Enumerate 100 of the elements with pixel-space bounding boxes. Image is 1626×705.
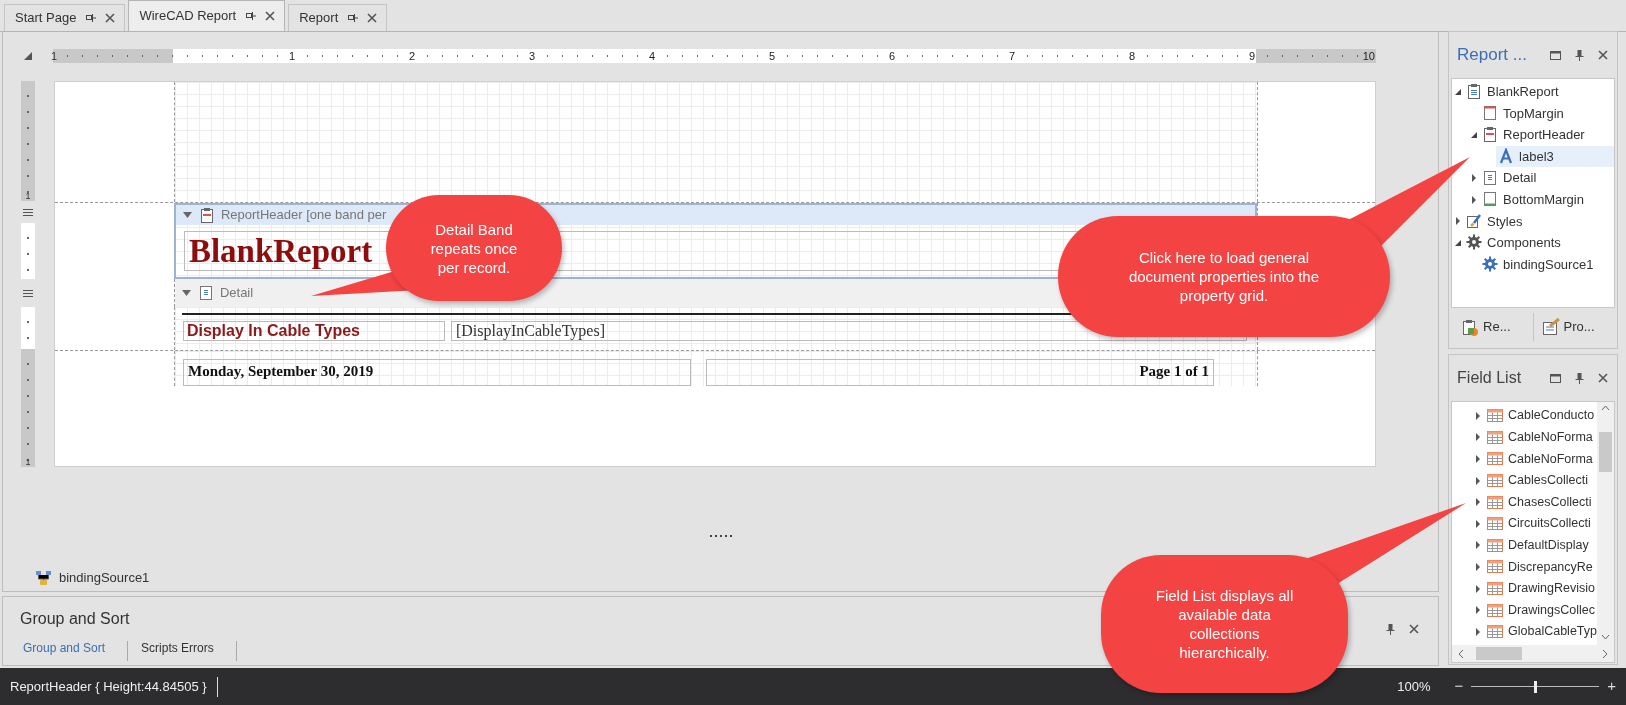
tree-item[interactable]: BlankReport: [1464, 81, 1614, 103]
collapse-icon[interactable]: [181, 210, 193, 220]
panel-title: Group and Sort: [20, 609, 130, 629]
scroll-right-icon[interactable]: [1600, 647, 1610, 660]
collapsed-icon[interactable]: [1474, 476, 1483, 485]
collapsed-icon[interactable]: [1454, 217, 1463, 226]
collapsed-icon[interactable]: [1474, 627, 1483, 636]
component-label[interactable]: bindingSource1: [59, 568, 150, 588]
panel-button[interactable]: Re...: [1453, 313, 1534, 341]
band-icon: [1482, 126, 1499, 144]
field-label[interactable]: Display In Cable Types: [182, 321, 445, 341]
list-item[interactable]: CircuitsCollecti: [1486, 514, 1591, 534]
band-handle-icon[interactable]: [22, 287, 34, 299]
list-item[interactable]: DiscrepancyRe: [1486, 557, 1593, 577]
ruler-label: 8: [1127, 49, 1136, 63]
tree-item[interactable]: BottomMargin: [1480, 188, 1614, 211]
panel-tab[interactable]: Scripts Errors: [138, 641, 237, 661]
document-tab[interactable]: WireCAD Report: [128, 0, 286, 31]
tree-item[interactable]: TopMargin: [1480, 102, 1614, 125]
zoom-slider[interactable]: [1471, 679, 1600, 694]
list-item[interactable]: CableNoForma: [1486, 428, 1593, 447]
document-tab[interactable]: Report: [288, 4, 388, 31]
panel-button[interactable]: Pro...: [1533, 313, 1613, 341]
pin-icon[interactable]: [1385, 623, 1397, 635]
collapsed-icon[interactable]: [1474, 562, 1483, 571]
table-icon: [1486, 536, 1505, 554]
band-handle-icon[interactable]: [22, 206, 34, 218]
table-icon: [1486, 558, 1505, 576]
grip-icon[interactable]: [709, 534, 733, 538]
expanded-icon[interactable]: [1470, 131, 1479, 139]
collapsed-icon[interactable]: [1474, 498, 1483, 507]
list-item[interactable]: CableNoForma: [1486, 449, 1593, 469]
styles-icon: [1466, 212, 1483, 230]
pin-icon[interactable]: [244, 10, 257, 22]
tree-item[interactable]: Components: [1464, 232, 1614, 254]
close-icon[interactable]: [104, 12, 117, 24]
close-icon[interactable]: [1408, 623, 1421, 635]
pin-icon[interactable]: [84, 12, 97, 24]
form-icon: [1541, 318, 1560, 336]
page-number-label[interactable]: Page 1 of 1: [706, 359, 1214, 386]
date-label[interactable]: Monday, September 30, 2019: [183, 359, 691, 386]
table-icon: [1486, 472, 1505, 490]
table-icon: [1486, 601, 1505, 619]
list-item[interactable]: DrawingsCollec: [1486, 600, 1595, 620]
ruler-label: 10: [1361, 49, 1376, 63]
clipboard-icon: [1461, 318, 1480, 336]
collapse-icon[interactable]: [180, 288, 192, 298]
slider-thumb[interactable]: [1534, 680, 1538, 693]
close-icon[interactable]: [1597, 372, 1609, 384]
pin-icon[interactable]: [346, 12, 359, 24]
pin-icon[interactable]: [1574, 372, 1585, 384]
maximize-icon[interactable]: [1549, 372, 1562, 384]
collapsed-icon[interactable]: [1470, 195, 1479, 204]
vertical-scrollbar[interactable]: [1597, 402, 1614, 645]
list-item[interactable]: DrawingRevisio: [1486, 579, 1595, 598]
ruler-label: 9: [1247, 49, 1256, 63]
band-icon: [1482, 104, 1499, 122]
collapsed-icon[interactable]: [1474, 584, 1483, 593]
list-item[interactable]: CableConducto: [1486, 406, 1595, 426]
close-icon[interactable]: [1597, 49, 1609, 61]
collapsed-icon[interactable]: [1474, 455, 1483, 463]
band-caption: Detail: [219, 284, 254, 303]
table-icon: [1486, 428, 1505, 446]
table-icon: [1486, 407, 1505, 425]
expanded-icon[interactable]: [1454, 238, 1463, 247]
gear-icon: [1466, 234, 1483, 252]
collapsed-icon[interactable]: [1474, 606, 1483, 615]
close-icon[interactable]: [264, 10, 277, 22]
scroll-thumb[interactable]: [1476, 647, 1523, 660]
list-item[interactable]: DefaultDisplay: [1486, 536, 1589, 555]
expanded-icon[interactable]: [1454, 87, 1463, 96]
ruler-label: 1: [287, 49, 296, 63]
collapsed-icon[interactable]: [1474, 519, 1483, 528]
zoom-in-button[interactable]: +: [1607, 675, 1616, 698]
list-item[interactable]: ChasesCollecti: [1486, 492, 1592, 512]
collapsed-icon[interactable]: [1474, 411, 1483, 420]
maximize-icon[interactable]: [1549, 49, 1562, 61]
label-icon: [1498, 148, 1515, 166]
pin-icon[interactable]: [1574, 49, 1585, 61]
ruler-label: 1: [51, 49, 58, 63]
tree-item[interactable]: label3: [1496, 145, 1614, 168]
collapsed-icon[interactable]: [1474, 433, 1483, 442]
document-tab[interactable]: Start Page: [4, 4, 126, 31]
ruler-label: 1: [25, 457, 31, 467]
tree-item[interactable]: ReportHeader: [1480, 124, 1614, 146]
zoom-out-button[interactable]: −: [1454, 675, 1464, 698]
table-icon: [1486, 493, 1505, 511]
close-icon[interactable]: [366, 12, 379, 24]
tree-item[interactable]: Detail: [1480, 167, 1614, 189]
ruler-label: 3: [527, 49, 536, 63]
list-item[interactable]: GlobalCableTyp: [1486, 622, 1597, 642]
collapsed-icon[interactable]: [1470, 174, 1479, 183]
tree-item[interactable]: Styles: [1464, 210, 1614, 233]
panel-tab[interactable]: Group and Sort: [20, 641, 129, 661]
collapsed-icon[interactable]: [1474, 541, 1483, 550]
tree-item[interactable]: bindingSource1: [1480, 253, 1614, 276]
list-item[interactable]: CablesCollecti: [1486, 471, 1588, 490]
horizontal-scrollbar[interactable]: [1452, 645, 1614, 662]
status-text: ReportHeader { Height:44.84505 }: [10, 677, 207, 696]
scroll-thumb[interactable]: [1599, 432, 1612, 472]
